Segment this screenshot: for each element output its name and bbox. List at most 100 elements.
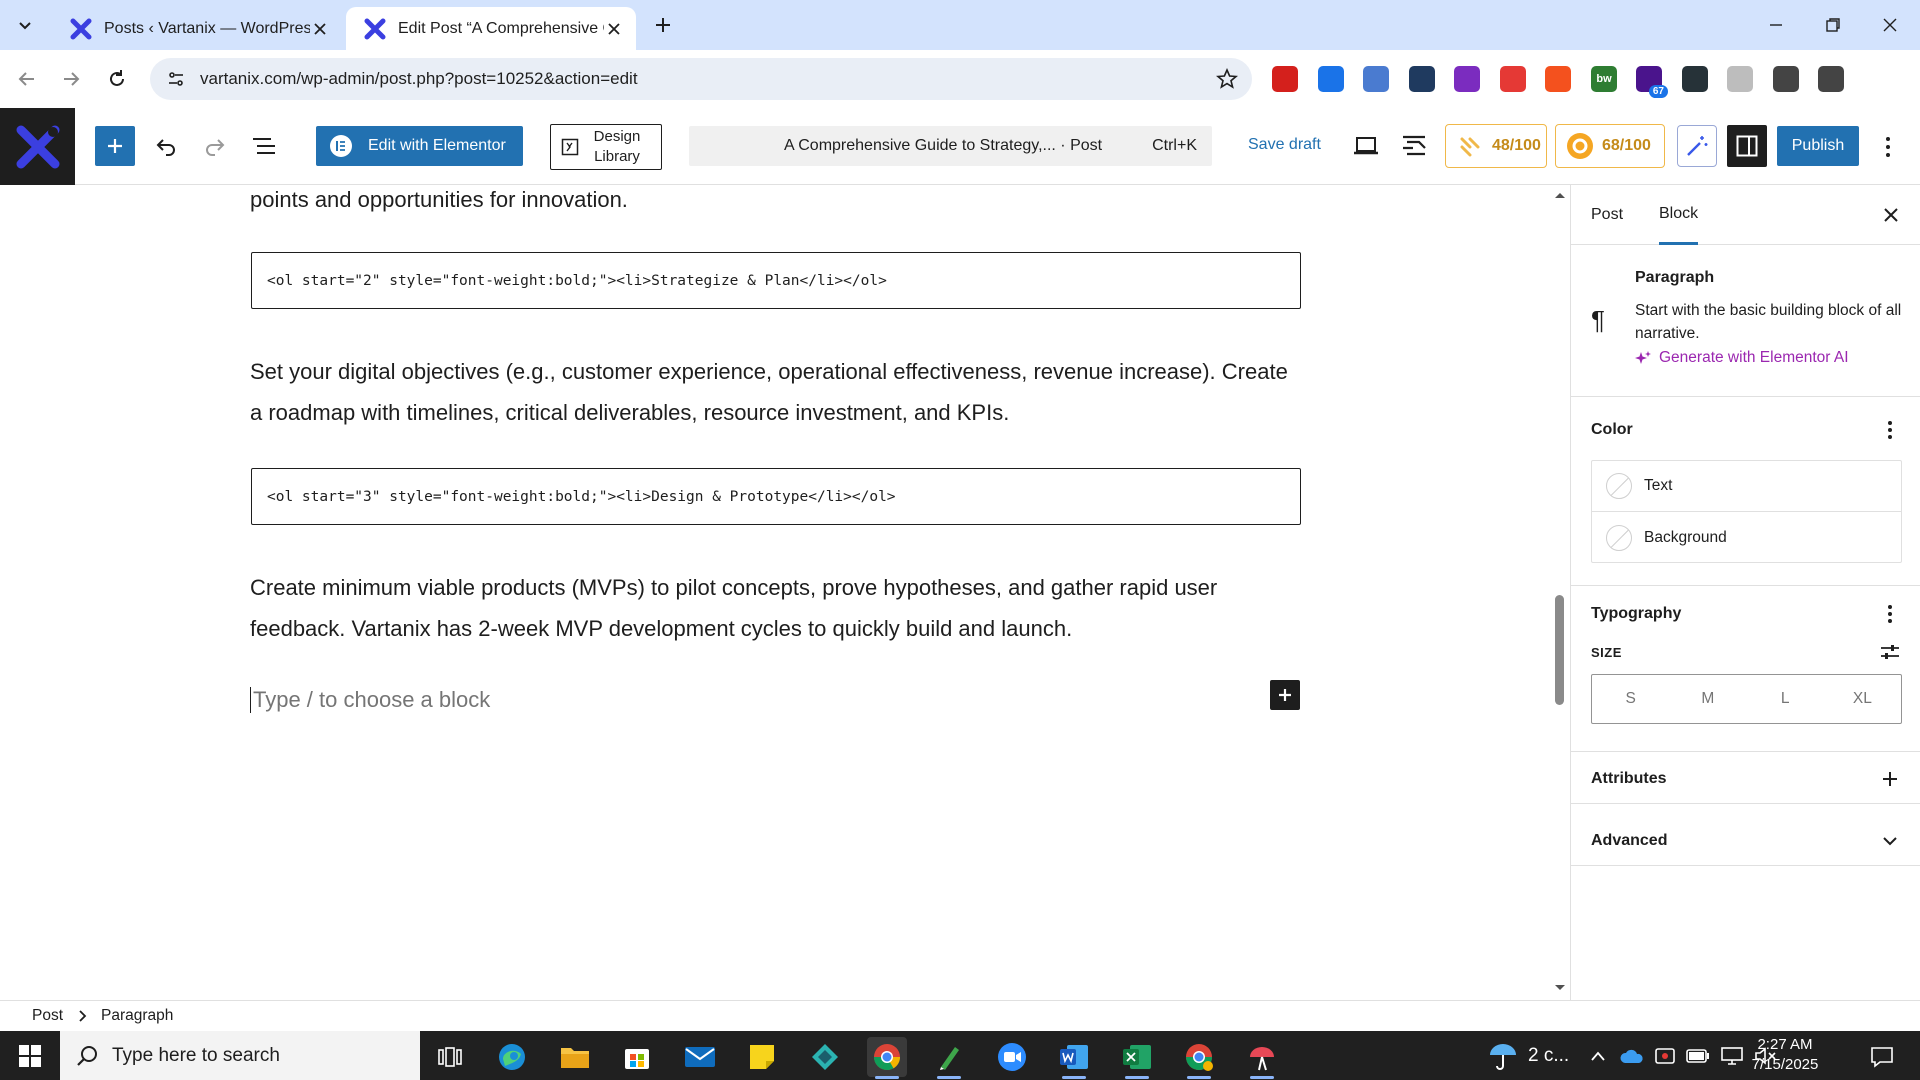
taskbar-clock[interactable]: 2:27 AM 7/15/2025: [1740, 1035, 1830, 1075]
snip-app[interactable]: [1242, 1037, 1282, 1079]
text-color-option[interactable]: Text: [1592, 461, 1901, 512]
notifications-button[interactable]: [1862, 1037, 1902, 1077]
bookmark-star-icon[interactable]: [1216, 68, 1238, 90]
custom-size-toggle[interactable]: [1878, 640, 1902, 664]
attributes-panel-title[interactable]: Attributes: [1591, 770, 1667, 788]
advanced-panel-title[interactable]: Advanced: [1591, 832, 1667, 850]
breadcrumb-post[interactable]: Post: [32, 1007, 63, 1025]
pokeball-extension-icon[interactable]: [1500, 66, 1526, 92]
zoom-app[interactable]: [992, 1037, 1032, 1077]
inline-inserter-button[interactable]: [1270, 680, 1300, 710]
code-block[interactable]: <ol start="2" style="font-weight:bold;">…: [251, 252, 1301, 309]
start-button[interactable]: [10, 1040, 50, 1072]
site-logo-button[interactable]: [0, 108, 75, 185]
cap-extension-icon[interactable]: 67: [1636, 66, 1668, 98]
scroll-up-icon[interactable]: [1550, 187, 1570, 203]
size-option-l[interactable]: L: [1747, 675, 1824, 723]
bw-extension-icon[interactable]: bw: [1591, 66, 1617, 92]
battery-icon[interactable]: [1686, 1048, 1710, 1063]
compass-extension-icon[interactable]: [1727, 66, 1753, 92]
empty-block-placeholder[interactable]: Type / to choose a block: [250, 687, 490, 713]
shield-extension-icon[interactable]: [1318, 66, 1344, 92]
design-library-button[interactable]: Design Library: [550, 124, 662, 170]
redo-button[interactable]: [199, 130, 231, 162]
react-extension-icon[interactable]: [1682, 66, 1708, 92]
editor-canvas[interactable]: points and opportunities for innovation.…: [0, 185, 1570, 1000]
pen-app[interactable]: [929, 1037, 969, 1079]
options-button[interactable]: [1873, 132, 1903, 162]
paragraph-block[interactable]: Set your digital objectives (e.g., custo…: [250, 351, 1300, 433]
window-close-button[interactable]: [1870, 10, 1910, 40]
tab-post[interactable]: Post: [1591, 185, 1623, 245]
back-button[interactable]: [12, 64, 42, 94]
save-draft-button[interactable]: Save draft: [1248, 136, 1321, 154]
color-panel-title[interactable]: Color: [1591, 421, 1633, 439]
doc-extension-icon[interactable]: [1363, 66, 1389, 92]
close-sidebar-button[interactable]: [1879, 203, 1903, 227]
new-tab-button[interactable]: [650, 12, 676, 38]
document-overview-button[interactable]: [248, 130, 280, 162]
generate-ai-link[interactable]: Generate with Elementor AI: [1635, 349, 1849, 367]
task-view-button[interactable]: [430, 1037, 470, 1077]
attributes-add-button[interactable]: [1878, 767, 1902, 791]
size-option-xl[interactable]: XL: [1824, 675, 1901, 723]
microsoft-store-app[interactable]: [617, 1037, 657, 1077]
file-explorer-app[interactable]: [555, 1037, 595, 1077]
edge-app[interactable]: [492, 1037, 532, 1077]
typography-options-button[interactable]: [1878, 602, 1902, 626]
edit-with-elementor-button[interactable]: Edit with Elementor: [316, 126, 523, 166]
browser-tab-posts[interactable]: Posts ‹ Vartanix — WordPress: [52, 7, 342, 50]
tab-close-icon[interactable]: [604, 19, 624, 39]
tab-block[interactable]: Block: [1659, 185, 1699, 245]
profile-icon[interactable]: [1818, 66, 1844, 92]
vpn-app[interactable]: [805, 1037, 845, 1077]
camera-extension-icon[interactable]: [1409, 66, 1435, 92]
taskbar-search[interactable]: Type here to search: [60, 1031, 420, 1080]
chrome-profile-app[interactable]: [1179, 1037, 1219, 1079]
tab-search-button[interactable]: [10, 10, 40, 40]
window-minimize-button[interactable]: [1756, 10, 1796, 40]
breadcrumb-paragraph[interactable]: Paragraph: [101, 1007, 173, 1025]
color-options-button[interactable]: [1878, 418, 1902, 442]
undo-button[interactable]: [150, 130, 182, 162]
size-option-s[interactable]: S: [1592, 675, 1669, 723]
tab-close-icon[interactable]: [310, 19, 330, 39]
seo-score-button[interactable]: 48/100: [1445, 124, 1547, 168]
chevron-up-icon[interactable]: [1590, 1050, 1606, 1062]
weather-widget[interactable]: 2 c...: [1488, 1031, 1569, 1080]
paragraph-block[interactable]: points and opportunities for innovation.: [250, 185, 1300, 220]
mail-app[interactable]: [680, 1037, 720, 1077]
circle-extension-icon[interactable]: [1454, 66, 1480, 92]
background-color-option[interactable]: Background: [1592, 512, 1901, 563]
browser-tab-edit-post[interactable]: Edit Post “A Comprehensive Gu: [346, 7, 636, 50]
puzzle-extension-icon[interactable]: [1773, 66, 1799, 92]
address-bar[interactable]: vartanix.com/wp-admin/post.php?post=1025…: [150, 58, 1252, 100]
onedrive-icon[interactable]: [1620, 1048, 1644, 1064]
yoast-extension-icon[interactable]: [1545, 66, 1571, 92]
excel-app[interactable]: [1117, 1037, 1157, 1079]
size-option-m[interactable]: M: [1669, 675, 1746, 723]
paragraph-block[interactable]: Create minimum viable products (MVPs) to…: [250, 567, 1300, 649]
antivirus-icon[interactable]: [1654, 1045, 1676, 1067]
advanced-toggle-button[interactable]: [1878, 829, 1902, 853]
preview-button[interactable]: [1350, 130, 1382, 162]
command-palette-button[interactable]: A Comprehensive Guide to Strategy,... · …: [689, 126, 1212, 166]
readability-score-button[interactable]: 68/100: [1555, 124, 1665, 168]
scroll-down-icon[interactable]: [1550, 980, 1570, 996]
canvas-scroll-thumb[interactable]: [1555, 595, 1564, 705]
canvas-scrollbar[interactable]: [1550, 185, 1570, 1000]
ai-tools-button[interactable]: [1677, 125, 1717, 167]
window-restore-button[interactable]: [1813, 10, 1853, 40]
typography-panel-title[interactable]: Typography: [1591, 605, 1681, 623]
chrome-app[interactable]: [867, 1037, 907, 1079]
block-inserter-button[interactable]: [95, 126, 135, 166]
settings-sidebar-toggle[interactable]: [1727, 125, 1767, 167]
forward-button[interactable]: [56, 64, 86, 94]
word-app[interactable]: [1054, 1037, 1094, 1079]
publish-button[interactable]: Publish: [1777, 126, 1859, 166]
editor-plugin-button[interactable]: [1398, 130, 1430, 162]
site-info-icon[interactable]: [164, 67, 188, 91]
acrobat-icon[interactable]: [1272, 66, 1298, 92]
reload-button[interactable]: [102, 64, 132, 94]
sticky-notes-app[interactable]: [742, 1037, 782, 1077]
